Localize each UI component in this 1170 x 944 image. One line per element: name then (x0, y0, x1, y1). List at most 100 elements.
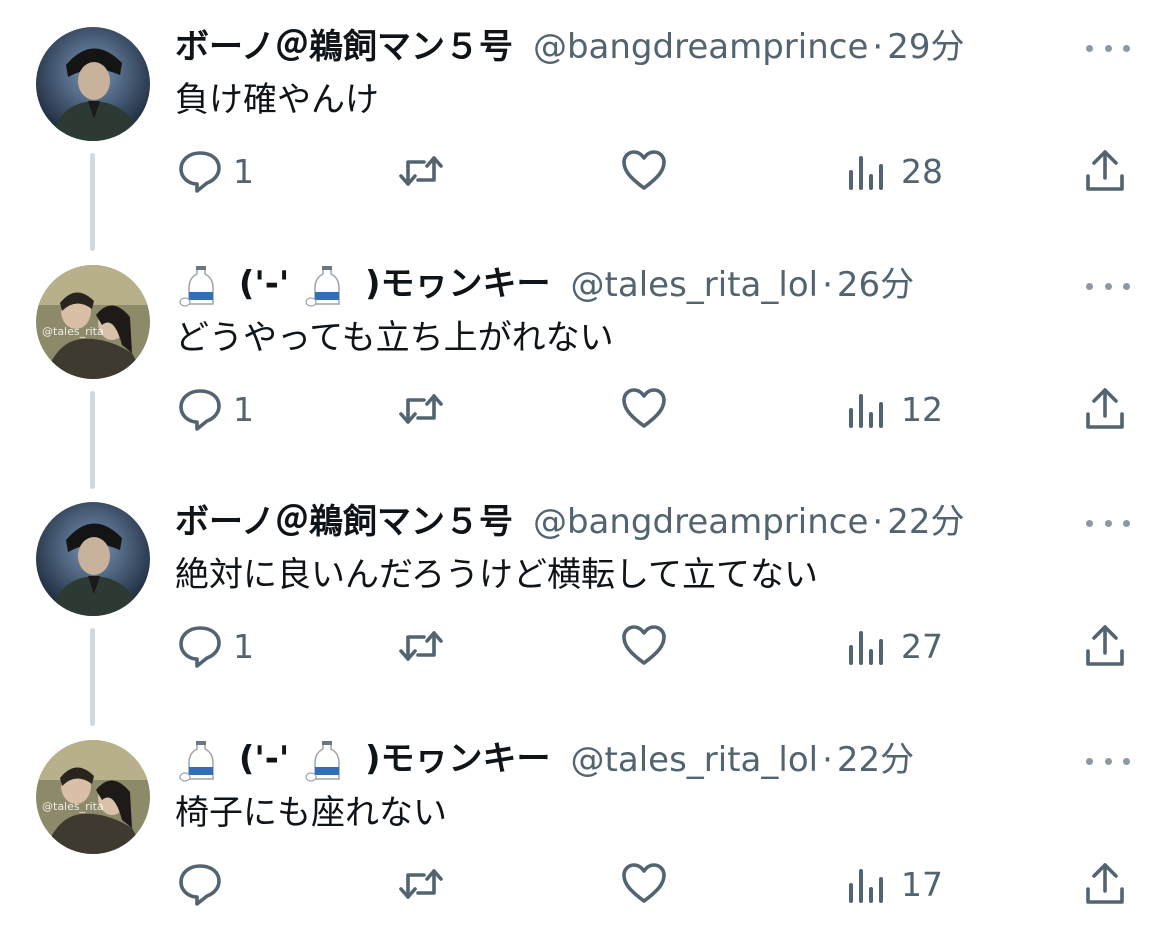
views-chart-icon (849, 156, 883, 190)
share-button[interactable] (1080, 143, 1130, 199)
retweet-icon (399, 631, 443, 661)
share-icon (1086, 863, 1124, 904)
action-bar: 1 28 (0, 143, 1170, 199)
separator: · (872, 502, 884, 542)
tweet-header: ボーノ＠鵜飼マン５号 @bangdreamprince · 22分 (175, 500, 964, 544)
avatar-monkey-image: @tales_rita (36, 265, 150, 379)
heart-icon (622, 388, 666, 428)
share-button[interactable] (1080, 381, 1130, 437)
svg-text:@tales_rita: @tales_rita (42, 325, 104, 338)
timestamp[interactable]: 22分 (887, 500, 964, 544)
share-button[interactable] (1080, 856, 1130, 912)
avatar-monkey-image: @tales_rita (36, 740, 150, 854)
handle[interactable]: @tales_rita_lol (571, 263, 819, 307)
like-button[interactable] (619, 618, 677, 674)
like-button[interactable] (619, 381, 677, 437)
display-name-part: ('-' (238, 264, 290, 305)
like-button[interactable] (619, 856, 677, 912)
reply-button[interactable]: 1 (175, 143, 254, 199)
display-name[interactable]: ('-' )モヮンキー (175, 737, 551, 783)
separator: · (822, 265, 833, 305)
timestamp[interactable]: 22分 (837, 738, 914, 782)
view-count: 27 (901, 626, 943, 666)
sake-bottle-icon (305, 264, 349, 308)
tweet-header: ('-' )モヮンキー @tales_rita_lol · 22分 (175, 738, 914, 782)
more-options-icon[interactable] (1086, 271, 1130, 301)
view-count: 28 (901, 151, 943, 191)
action-bar: 17 (0, 856, 1170, 912)
timestamp[interactable]: 26分 (837, 263, 914, 307)
sake-bottle-icon (179, 264, 223, 308)
retweet-button[interactable] (396, 618, 454, 674)
timeline: ボーノ＠鵜飼マン５号 @bangdreamprince · 29分 負け確やんけ… (0, 0, 1170, 944)
avatar[interactable]: @tales_rita (36, 265, 150, 379)
share-icon (1086, 150, 1124, 191)
sake-bottle-icon (179, 739, 223, 783)
heart-icon (622, 863, 666, 903)
reply-icon (179, 389, 221, 431)
display-name[interactable]: ボーノ＠鵜飼マン５号 (175, 25, 513, 69)
heart-icon (622, 150, 666, 190)
reply-icon (179, 151, 221, 193)
tweet-header: ボーノ＠鵜飼マン５号 @bangdreamprince · 29分 (175, 25, 964, 69)
avatar-boono-image (36, 502, 150, 616)
like-button[interactable] (619, 143, 677, 199)
tweet[interactable]: @tales_rita ('-' )モヮンキー @tales_rita_lol … (0, 738, 1170, 944)
display-name[interactable]: ('-' )モヮンキー (175, 262, 551, 308)
views-button[interactable]: 27 (843, 618, 943, 674)
action-bar: 1 27 (0, 618, 1170, 674)
handle[interactable]: @bangdreamprince (533, 500, 868, 544)
views-button[interactable]: 17 (843, 856, 943, 912)
more-options-icon[interactable] (1086, 508, 1130, 538)
handle[interactable]: @tales_rita_lol (571, 738, 819, 782)
sake-bottle-icon (305, 739, 349, 783)
more-options-icon[interactable] (1086, 746, 1130, 776)
reply-button[interactable]: 1 (175, 618, 254, 674)
share-icon (1086, 388, 1124, 429)
retweet-icon (399, 394, 443, 424)
svg-text:@tales_rita: @tales_rita (42, 800, 104, 813)
avatar[interactable] (36, 502, 150, 616)
views-chart-icon (849, 394, 883, 428)
view-count: 12 (901, 389, 943, 429)
reply-count: 1 (233, 389, 254, 429)
display-name-part: )モヮンキー (365, 264, 551, 305)
views-button[interactable]: 28 (843, 143, 943, 199)
display-name-part: )モヮンキー (365, 739, 551, 780)
action-bar: 1 12 (0, 381, 1170, 437)
reply-icon (179, 626, 221, 668)
views-button[interactable]: 12 (843, 381, 943, 437)
tweet-header: ('-' )モヮンキー @tales_rita_lol · 26分 (175, 263, 914, 307)
display-name-part: ('-' (238, 739, 290, 780)
retweet-button[interactable] (396, 856, 454, 912)
views-chart-icon (849, 631, 883, 665)
timestamp[interactable]: 29分 (887, 25, 964, 69)
avatar-boono-image (36, 27, 150, 141)
reply-button[interactable] (175, 856, 233, 912)
view-count: 17 (901, 864, 943, 904)
retweet-button[interactable] (396, 143, 454, 199)
tweet[interactable]: @tales_rita ('-' )モヮンキー @tales_rita_lol … (0, 263, 1170, 499)
tweet[interactable]: ボーノ＠鵜飼マン５号 @bangdreamprince · 22分 絶対に良いん… (0, 500, 1170, 736)
reply-button[interactable]: 1 (175, 381, 254, 437)
more-options-icon[interactable] (1086, 33, 1130, 63)
handle[interactable]: @bangdreamprince (533, 25, 868, 69)
share-icon (1086, 625, 1124, 666)
views-chart-icon (849, 869, 883, 903)
separator: · (872, 27, 884, 67)
share-button[interactable] (1080, 618, 1130, 674)
reply-icon (179, 864, 221, 906)
avatar[interactable] (36, 27, 150, 141)
tweet-text: 椅子にも座れない (175, 793, 447, 833)
tweet-text: 負け確やんけ (175, 80, 379, 120)
tweet-text: どうやっても立ち上がれない (175, 318, 614, 358)
avatar[interactable]: @tales_rita (36, 740, 150, 854)
tweet[interactable]: ボーノ＠鵜飼マン５号 @bangdreamprince · 29分 負け確やんけ… (0, 25, 1170, 261)
reply-count: 1 (233, 626, 254, 666)
retweet-button[interactable] (396, 381, 454, 437)
reply-count: 1 (233, 151, 254, 191)
heart-icon (622, 625, 666, 665)
retweet-icon (399, 869, 443, 899)
separator: · (822, 740, 833, 780)
display-name[interactable]: ボーノ＠鵜飼マン５号 (175, 500, 513, 544)
